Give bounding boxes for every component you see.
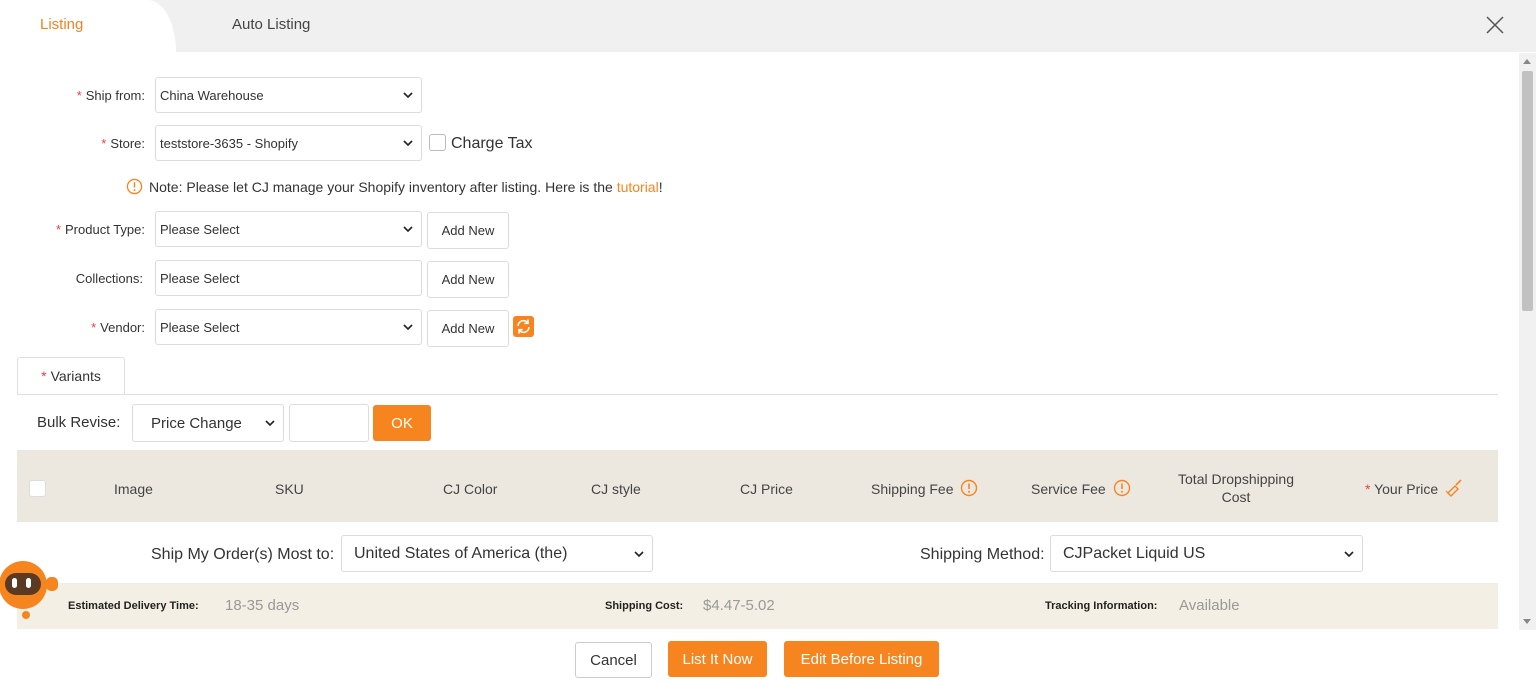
edit-before-listing-button[interactable]: Edit Before Listing <box>784 641 939 677</box>
vendor-value: Please Select <box>160 319 240 335</box>
chevron-down-icon <box>403 140 413 147</box>
divider <box>17 394 1498 395</box>
required-mark: * <box>101 136 107 151</box>
column-total-dropshipping-cost: Total Dropshipping Cost <box>1169 470 1303 506</box>
bulk-revise-value: Price Change <box>151 414 242 432</box>
delivery-time-value: 18-35 days <box>225 597 300 614</box>
scroll-thumb[interactable] <box>1522 71 1533 311</box>
chevron-down-icon <box>1344 550 1354 557</box>
shipping-method-label: Shipping Method: <box>920 546 1045 563</box>
required-mark: * <box>41 368 47 384</box>
product-type-value: Please Select <box>160 221 240 237</box>
shipping-fee-label: Shipping Fee <box>871 481 954 497</box>
refresh-icon[interactable] <box>513 316 534 337</box>
chevron-down-icon <box>634 550 644 557</box>
vendor-label-text: Vendor: <box>100 320 145 335</box>
column-shipping-fee: Shipping Fee <box>871 479 978 497</box>
list-it-now-button[interactable]: List It Now <box>668 641 767 677</box>
info-icon[interactable] <box>1113 479 1131 497</box>
select-all-checkbox[interactable] <box>29 480 46 497</box>
column-sku: SKU <box>275 481 304 497</box>
variants-tab-label: Variants <box>50 368 101 384</box>
inventory-note: Note: Please let CJ manage your Shopify … <box>149 179 663 195</box>
chevron-down-icon <box>403 324 413 331</box>
shipping-method-value: CJPacket Liquid US <box>1063 544 1206 562</box>
note-text: Note: Please let CJ manage your Shopify … <box>149 179 617 195</box>
column-your-price: * Your Price <box>1365 479 1465 497</box>
product-type-add-new-button[interactable]: Add New <box>427 212 509 249</box>
bulk-revise-label: Bulk Revise: <box>37 414 121 431</box>
cancel-button[interactable]: Cancel <box>575 642 652 678</box>
chevron-down-icon <box>265 420 275 427</box>
store-select[interactable]: teststore-3635 - Shopify <box>155 125 422 161</box>
column-cj-style: CJ style <box>591 481 641 497</box>
tab-bar: Listing Auto Listing <box>0 0 1536 52</box>
column-service-fee: Service Fee <box>1031 479 1131 497</box>
ship-to-value: United States of America (the) <box>354 544 568 562</box>
shipping-row: Ship My Order(s) Most to: United States … <box>17 522 1498 584</box>
product-type-label: * Product Type: <box>5 222 145 237</box>
collections-select[interactable]: Please Select <box>155 260 422 296</box>
shipping-info-row: Estimated Delivery Time: 18-35 days Ship… <box>17 584 1498 629</box>
column-image: Image <box>114 481 153 497</box>
scroll-down-arrow-icon[interactable] <box>1523 619 1531 624</box>
bulk-revise-input[interactable] <box>289 404 369 442</box>
collections-label: Collections: <box>75 271 143 286</box>
ship-from-select[interactable]: China Warehouse <box>155 77 422 113</box>
total-cost-line2: Cost <box>1221 489 1251 505</box>
collections-value: Please Select <box>160 270 240 286</box>
shipping-cost-label: Shipping Cost: <box>605 600 684 612</box>
ship-from-label: * Ship from: <box>5 88 145 103</box>
tab-auto-listing[interactable]: Auto Listing <box>232 16 310 33</box>
delivery-time-label: Estimated Delivery Time: <box>68 600 199 612</box>
ok-button[interactable]: OK <box>373 405 431 441</box>
vendor-add-new-button[interactable]: Add New <box>427 310 509 347</box>
column-cj-color: CJ Color <box>443 481 498 497</box>
warning-icon <box>126 178 143 195</box>
scrollbar[interactable] <box>1519 53 1536 630</box>
chevron-down-icon <box>403 92 413 99</box>
tutorial-link[interactable]: tutorial <box>617 179 659 195</box>
required-mark: * <box>1365 481 1371 497</box>
tracking-value: Available <box>1179 597 1240 614</box>
required-mark: * <box>55 222 62 237</box>
close-icon[interactable] <box>1484 14 1506 36</box>
charge-tax-checkbox[interactable] <box>429 134 446 151</box>
info-icon[interactable] <box>960 479 978 497</box>
tab-listing-label: Listing <box>40 16 84 33</box>
chevron-down-icon <box>403 226 413 233</box>
shipping-method-select[interactable]: CJPacket Liquid US <box>1050 535 1363 572</box>
collections-add-new-button[interactable]: Add New <box>427 261 509 298</box>
required-mark: * <box>76 88 82 103</box>
ship-from-value: China Warehouse <box>160 87 264 103</box>
service-fee-label: Service Fee <box>1031 481 1106 497</box>
column-cj-price: CJ Price <box>740 481 793 497</box>
required-mark: * <box>91 320 97 335</box>
charge-tax-label: Charge Tax <box>451 135 533 152</box>
store-label-text: Store: <box>110 136 145 151</box>
shipping-cost-value: $4.47-5.02 <box>703 597 775 614</box>
bulk-revise-select[interactable]: Price Change <box>132 404 284 442</box>
vendor-label: * Vendor: <box>5 320 145 335</box>
store-label: * Store: <box>5 136 145 151</box>
total-cost-line1: Total Dropshipping <box>1178 471 1294 487</box>
variants-table-header: Image SKU CJ Color CJ style CJ Price Shi… <box>17 450 1498 522</box>
note-end: ! <box>658 179 663 195</box>
tab-variants[interactable]: * Variants <box>17 357 125 395</box>
product-type-label-text: Product Type: <box>65 222 145 237</box>
brush-icon[interactable] <box>1445 479 1465 497</box>
ship-to-label: Ship My Order(s) Most to: <box>151 546 335 563</box>
scroll-up-arrow-icon[interactable] <box>1523 59 1531 64</box>
ship-to-select[interactable]: United States of America (the) <box>341 535 653 572</box>
ship-from-label-text: Ship from: <box>85 88 145 103</box>
robot-assistant-icon[interactable] <box>0 555 62 625</box>
store-value: teststore-3635 - Shopify <box>160 135 299 151</box>
tracking-label: Tracking Information: <box>1045 600 1158 612</box>
vendor-select[interactable]: Please Select <box>155 309 422 345</box>
product-type-select[interactable]: Please Select <box>155 211 422 247</box>
your-price-label: Your Price <box>1374 481 1439 497</box>
tab-listing[interactable]: Listing <box>0 0 176 52</box>
